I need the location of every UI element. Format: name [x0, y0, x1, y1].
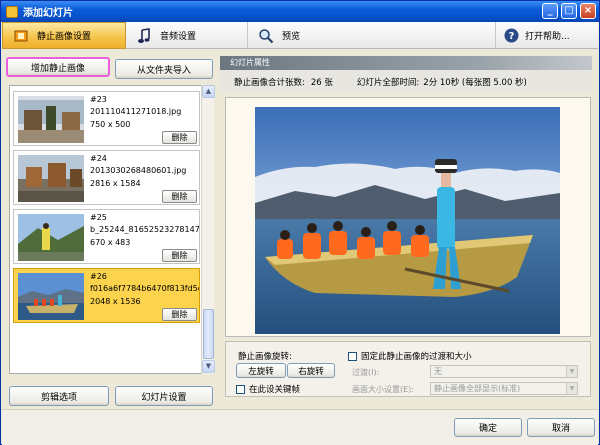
image-list[interactable]: #23 201110411271018.jpg 750 x 500 删除 #24… — [9, 85, 202, 374]
svg-text:?: ? — [508, 31, 514, 42]
item-dimensions: 750 x 500 — [90, 120, 131, 129]
item-filename: f016a6f7784b6470f813fd5d2f41 — [90, 284, 199, 293]
dialog-footer: 确定 取消 — [2, 409, 598, 445]
tab-label: 静止画像设置 — [37, 32, 92, 42]
item-dimensions: 670 x 483 — [90, 238, 131, 247]
help-icon: ? — [503, 28, 519, 44]
time-value: 2分 10秒 (每张图 5.00 秒) — [423, 77, 527, 88]
scroll-down-icon[interactable]: ▼ — [202, 360, 215, 373]
properties-header: 幻灯片属性 — [220, 56, 592, 70]
rotate-label: 静止画像旋转: — [238, 352, 292, 362]
edit-options-button[interactable]: 剪辑选项 — [9, 386, 109, 406]
item-number: #25 — [90, 213, 107, 222]
tab-audio-settings[interactable]: 音频设置 — [126, 22, 248, 49]
list-scrollbar[interactable]: ▲ ▼ — [201, 85, 215, 374]
cancel-button[interactable]: 取消 — [527, 418, 595, 437]
app-icon — [6, 5, 18, 18]
size-setting-value: 静止画像全部显示(标准) — [434, 384, 521, 393]
thumbnail — [18, 155, 84, 202]
keyframe-checkbox[interactable] — [236, 385, 245, 394]
chevron-down-icon: ▼ — [566, 383, 577, 394]
thumbnail — [18, 214, 84, 261]
delete-button[interactable]: 删除 — [162, 249, 197, 262]
transition-label: 过渡(I): — [352, 368, 380, 377]
count-value: 26 张 — [310, 77, 333, 88]
transition-value: 无 — [434, 367, 442, 376]
add-image-button[interactable]: 增加静止画像 — [6, 57, 110, 77]
fix-transition-option[interactable]: 固定此静止画像的过渡和大小 — [348, 350, 472, 362]
tab-preview[interactable]: 预览 — [248, 22, 496, 49]
chevron-down-icon: ▼ — [566, 366, 577, 377]
film-frame-icon — [13, 28, 29, 44]
list-item[interactable]: #24 2013030268480601.jpg 2816 x 1584 删除 — [13, 150, 200, 205]
delete-button[interactable]: 删除 — [162, 190, 197, 203]
item-number: #24 — [90, 154, 107, 163]
list-item[interactable]: #25 b_25244_8165252327814767812 670 x 48… — [13, 209, 200, 264]
delete-button[interactable]: 删除 — [162, 308, 197, 321]
item-number: #26 — [90, 272, 107, 281]
properties-summary: 静止画像合计张数: 26 张 幻灯片全部时间: 2分 10秒 (每张图 5.00… — [220, 70, 592, 93]
fix-transition-label: 固定此静止画像的过渡和大小 — [361, 352, 472, 362]
count-label: 静止画像合计张数: — [234, 77, 305, 88]
item-filename: 2013030268480601.jpg — [90, 166, 187, 175]
tab-label: 预览 — [282, 32, 301, 42]
keyframe-label: 在此设关键帧 — [249, 385, 301, 395]
minimize-icon[interactable]: _ — [542, 3, 558, 19]
image-settings-panel: 静止画像旋转: 左旋转 右旋转 在此设关键帧 固定此静止画像的过渡和大小 过渡(… — [225, 341, 591, 397]
tab-label: 音频设置 — [160, 32, 197, 42]
close-icon[interactable]: × — [580, 3, 596, 19]
scroll-up-icon[interactable]: ▲ — [202, 85, 215, 98]
item-dimensions: 2816 x 1584 — [90, 179, 141, 188]
item-filename: 201110411271018.jpg — [90, 107, 182, 116]
tab-image-settings[interactable]: 静止画像设置 — [2, 22, 126, 49]
thumbnail — [18, 273, 84, 320]
title-bar[interactable]: 添加幻灯片 _ □ × — [1, 1, 599, 22]
maximize-icon[interactable]: □ — [561, 3, 577, 19]
magnifier-icon — [258, 28, 274, 44]
list-item[interactable]: #23 201110411271018.jpg 750 x 500 删除 — [13, 91, 200, 146]
list-item-selected[interactable]: #26 f016a6f7784b6470f813fd5d2f41 2048 x … — [13, 268, 200, 323]
preview-image — [255, 107, 560, 334]
toolbar: 静止画像设置 音频设置 预览 ? 打开帮助... — [2, 22, 598, 49]
size-setting-select[interactable]: 静止画像全部显示(标准) ▼ — [430, 382, 578, 395]
add-slideshow-window: 添加幻灯片 _ □ × 静止画像设置 音频设置 预览 ? 打开帮助... 增加静… — [0, 0, 600, 445]
ok-button[interactable]: 确定 — [454, 418, 522, 437]
transition-select[interactable]: 无 ▼ — [430, 365, 578, 378]
rotate-right-button[interactable]: 右旋转 — [287, 363, 335, 378]
open-help-button[interactable]: ? 打开帮助... — [497, 22, 598, 49]
item-number: #23 — [90, 95, 107, 104]
slideshow-settings-button[interactable]: 幻灯片设置 — [115, 386, 213, 406]
rotate-left-button[interactable]: 左旋转 — [236, 363, 286, 378]
window-title: 添加幻灯片 — [23, 8, 73, 19]
preview-panel — [225, 97, 591, 337]
item-filename: b_25244_8165252327814767812 — [90, 225, 199, 234]
keyframe-option[interactable]: 在此设关键帧 — [236, 383, 300, 395]
thumbnail — [18, 96, 84, 143]
delete-button[interactable]: 删除 — [162, 131, 197, 144]
fix-transition-checkbox[interactable] — [348, 352, 357, 361]
time-label: 幻灯片全部时间: — [356, 77, 420, 88]
item-dimensions: 2048 x 1536 — [90, 297, 141, 306]
size-setting-label: 画面大小设置(E): — [352, 385, 414, 394]
scroll-thumb[interactable] — [203, 309, 214, 359]
import-folder-button[interactable]: 从文件夹导入 — [115, 59, 213, 79]
music-note-icon — [136, 27, 152, 44]
tab-label: 打开帮助... — [525, 32, 570, 42]
